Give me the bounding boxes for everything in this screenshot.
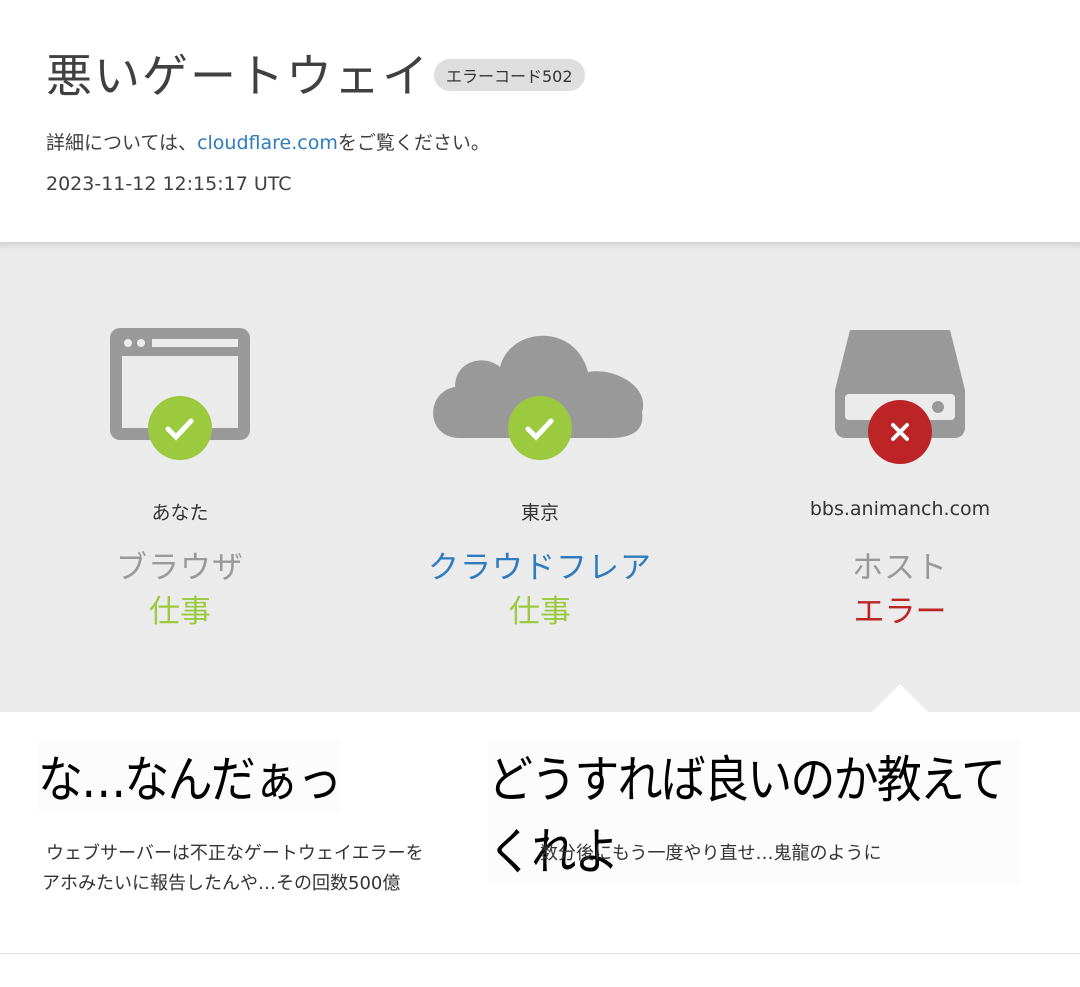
browser-icon bbox=[110, 328, 250, 460]
node-location: 東京 bbox=[520, 502, 559, 524]
error-x-icon bbox=[868, 400, 932, 464]
timestamp: 2023-11-12 12:15:17 UTC bbox=[46, 173, 292, 195]
node-name: ホスト bbox=[852, 550, 948, 586]
page-title: 悪いゲートウェイ bbox=[46, 49, 430, 103]
cloud-icon bbox=[433, 335, 644, 460]
what-happened-line1: ウェブサーバーは不正なゲートウェイエラーを bbox=[46, 843, 424, 864]
info-text: 詳細については、cloudflare.comをご覧ください。 bbox=[46, 128, 490, 155]
node-status: 仕事 bbox=[509, 594, 571, 630]
node-status: エラー bbox=[853, 594, 947, 630]
node-location: あなた bbox=[151, 502, 209, 524]
error-code-badge: エラーコード502 bbox=[434, 59, 585, 91]
header: 悪いゲートウェイ エラーコード502 詳細については、cloudflare.co… bbox=[0, 0, 1080, 242]
node-name: ブラウザ bbox=[116, 550, 244, 586]
what-happened-line2: アホみたいに報告したんや…その回数500億 bbox=[42, 873, 401, 894]
server-icon bbox=[835, 330, 965, 464]
error-pointer bbox=[871, 684, 929, 713]
node-location: bbs.animanch.com bbox=[809, 498, 991, 520]
info-prefix: 詳細については、 bbox=[46, 132, 198, 154]
check-icon bbox=[148, 396, 212, 460]
footer-divider bbox=[0, 953, 1080, 954]
info-suffix: をご覧ください。 bbox=[337, 132, 490, 154]
node-name-link[interactable]: クラウドフレア bbox=[360, 542, 720, 587]
status-diagram: あなた ブラウザ 仕事 東京 クラウドフレア 仕事 bbs.animanch.c… bbox=[0, 242, 1080, 712]
what-to-do-text: 数分後にもう一度やり直せ…鬼龍のように bbox=[540, 843, 882, 864]
check-icon bbox=[508, 396, 572, 460]
what-happened-heading: な…なんだぁっ bbox=[38, 740, 342, 812]
cloudflare-link[interactable]: cloudflare.com bbox=[197, 132, 338, 154]
node-status: 仕事 bbox=[149, 594, 211, 630]
